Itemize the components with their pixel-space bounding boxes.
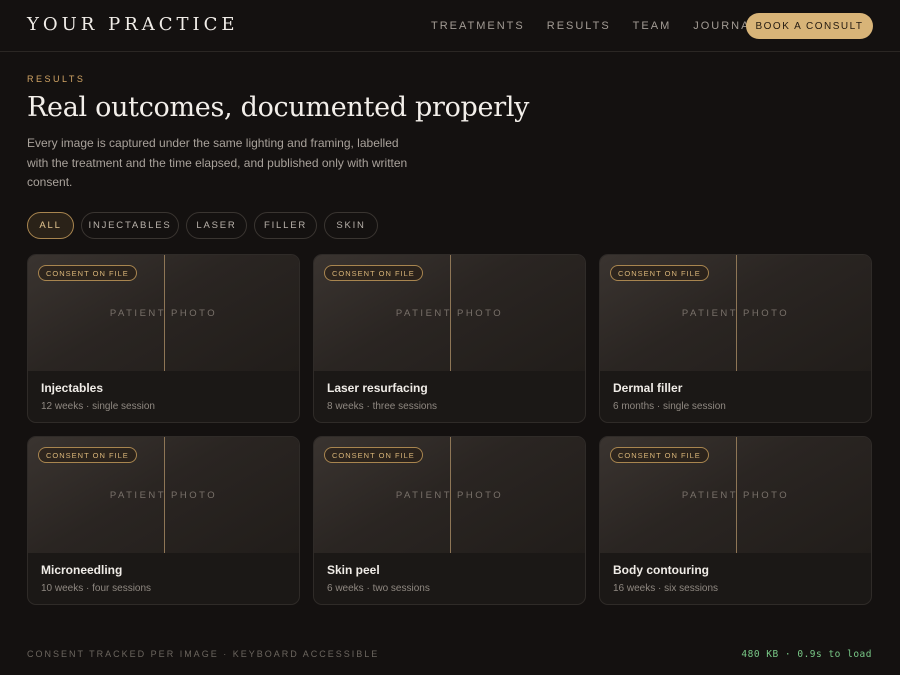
nav-team[interactable]: TEAM — [633, 20, 672, 32]
nav-treatments[interactable]: TREATMENTS — [431, 20, 525, 32]
card-meta: 6 weeks · two sessions — [327, 583, 430, 594]
result-card[interactable]: PATIENT PHOTO CONSENT ON FILE Injectable… — [27, 254, 300, 423]
card-title: Laser resurfacing — [327, 381, 428, 395]
card-meta: 6 months · single session — [613, 401, 726, 412]
nav-results[interactable]: RESULTS — [547, 20, 611, 32]
result-card[interactable]: PATIENT PHOTO CONSENT ON FILE Skin peel … — [313, 436, 586, 605]
site-header: YOUR PRACTICE TREATMENTS RESULTS TEAM JO… — [0, 0, 900, 52]
card-title: Skin peel — [327, 563, 380, 577]
result-card[interactable]: PATIENT PHOTO CONSENT ON FILE Microneedl… — [27, 436, 300, 605]
filter-injectables[interactable]: INJECTABLES — [81, 212, 179, 239]
filter-laser[interactable]: LASER — [186, 212, 247, 239]
page-title: Real outcomes, documented properly — [27, 92, 530, 123]
result-card[interactable]: PATIENT PHOTO CONSENT ON FILE Dermal fil… — [599, 254, 872, 423]
main-nav: TREATMENTS RESULTS TEAM JOURNAL — [431, 20, 781, 32]
photo-placeholder-label: PATIENT PHOTO — [109, 308, 218, 319]
card-title: Dermal filler — [613, 381, 683, 395]
card-meta: 12 weeks · single session — [41, 401, 155, 412]
photo-placeholder-label: PATIENT PHOTO — [395, 308, 504, 319]
card-meta: 10 weeks · four sessions — [41, 583, 152, 594]
consent-badge: CONSENT ON FILE — [324, 447, 423, 463]
consent-badge: CONSENT ON FILE — [610, 447, 709, 463]
card-meta: 16 weeks · six sessions — [613, 583, 719, 594]
photo-placeholder-label: PATIENT PHOTO — [395, 490, 504, 501]
card-title: Microneedling — [41, 563, 123, 577]
filter-skin[interactable]: SKIN — [324, 212, 378, 239]
patient-photo: PATIENT PHOTO CONSENT ON FILE — [28, 437, 299, 553]
card-title: Injectables — [41, 381, 104, 395]
section-eyebrow: RESULTS — [27, 74, 86, 84]
filter-all[interactable]: ALL — [27, 212, 74, 239]
result-card[interactable]: PATIENT PHOTO CONSENT ON FILE Laser resu… — [313, 254, 586, 423]
page-weight-stat: 480 KB · 0.9s to load — [741, 649, 872, 660]
photo-placeholder-label: PATIENT PHOTO — [681, 490, 790, 501]
site-logo[interactable]: YOUR PRACTICE — [27, 14, 239, 35]
photo-placeholder-label: PATIENT PHOTO — [109, 490, 218, 501]
result-card[interactable]: PATIENT PHOTO CONSENT ON FILE Body conto… — [599, 436, 872, 605]
book-consult-button[interactable]: BOOK A CONSULT — [746, 13, 873, 39]
patient-photo: PATIENT PHOTO CONSENT ON FILE — [600, 437, 871, 553]
patient-photo: PATIENT PHOTO CONSENT ON FILE — [314, 255, 585, 371]
patient-photo: PATIENT PHOTO CONSENT ON FILE — [28, 255, 299, 371]
photo-placeholder-label: PATIENT PHOTO — [681, 308, 790, 319]
filter-filler[interactable]: FILLER — [254, 212, 317, 239]
page-intro: Every image is captured under the same l… — [27, 136, 408, 189]
patient-photo: PATIENT PHOTO CONSENT ON FILE — [314, 437, 585, 553]
footer-note: CONSENT TRACKED PER IMAGE · KEYBOARD ACC… — [27, 649, 380, 659]
consent-badge: CONSENT ON FILE — [324, 265, 423, 281]
consent-badge: CONSENT ON FILE — [38, 265, 137, 281]
card-meta: 8 weeks · three sessions — [327, 401, 438, 412]
consent-badge: CONSENT ON FILE — [38, 447, 137, 463]
consent-badge: CONSENT ON FILE — [610, 265, 709, 281]
patient-photo: PATIENT PHOTO CONSENT ON FILE — [600, 255, 871, 371]
card-title: Body contouring — [613, 563, 709, 577]
filter-bar: ALL INJECTABLES LASER FILLER SKIN — [27, 212, 385, 239]
